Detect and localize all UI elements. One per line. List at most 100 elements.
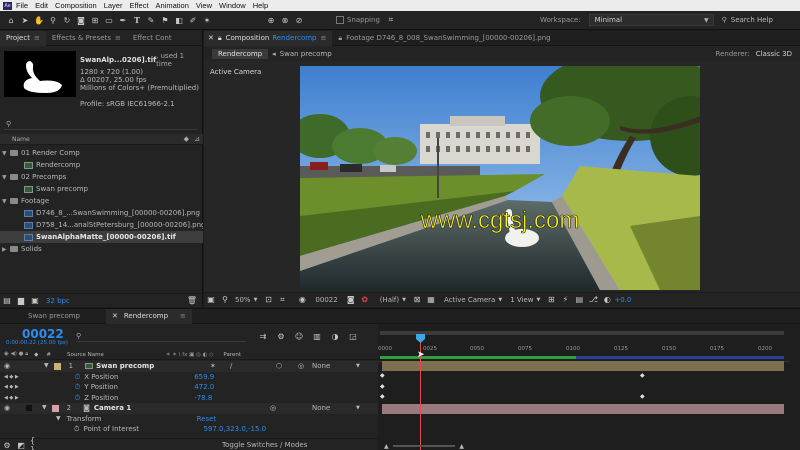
expand-icon[interactable]: ▼ xyxy=(42,403,47,414)
list-item[interactable]: D746_8_...SwanSwimming_[00000-00206].png xyxy=(0,207,203,219)
magnification-icon[interactable]: ⚲ xyxy=(220,295,230,305)
trash-icon[interactable]: 🗑 xyxy=(187,296,197,306)
zoom-in-icon[interactable]: ▲ xyxy=(459,443,464,450)
zoom-value[interactable]: 50% xyxy=(235,296,251,304)
keyframe-icon[interactable]: ◆ xyxy=(380,393,385,400)
parent-value[interactable]: None xyxy=(312,361,330,372)
layer-label-color[interactable] xyxy=(51,404,59,412)
layer-bar-swan[interactable] xyxy=(382,361,784,371)
pen-tool-icon[interactable]: ✒ xyxy=(118,15,128,25)
hand-tool-icon[interactable]: ✋ xyxy=(34,15,44,25)
lock-icon[interactable]: 🔒︎ xyxy=(338,31,342,46)
roto-brush-tool-icon[interactable]: ✐ xyxy=(188,15,198,25)
composition-viewer[interactable]: www.cgtsj.com xyxy=(300,66,700,290)
layer-label-color[interactable] xyxy=(53,362,61,370)
close-icon[interactable]: ✕ xyxy=(208,31,214,46)
menu-view[interactable]: View xyxy=(196,1,212,10)
list-item[interactable]: ▶ Solids xyxy=(0,243,203,255)
view-value[interactable]: Active Camera xyxy=(444,296,495,304)
list-item[interactable]: ▼ 01 Render Comp xyxy=(0,147,203,159)
frame-blending-icon[interactable]: ▥ xyxy=(312,331,322,341)
exposure-value[interactable]: +0.0 xyxy=(614,296,631,304)
stopwatch-icon[interactable]: ⏱ xyxy=(75,382,80,393)
list-item[interactable]: ▼ 02 Precomps xyxy=(0,171,203,183)
tag-icon[interactable]: ⊿ xyxy=(194,135,200,143)
color-channel-icon[interactable]: ✿ xyxy=(360,295,370,305)
layer-switches-icon[interactable]: ⚙ xyxy=(2,440,12,450)
views-value[interactable]: 1 View xyxy=(510,296,533,304)
layer-name[interactable]: Camera 1 xyxy=(94,403,131,414)
snap-options-icon[interactable]: ⌗ xyxy=(386,15,396,25)
parent-pickwhip-icon[interactable]: ◎ xyxy=(270,403,276,414)
camera-tool-icon[interactable]: ◙ xyxy=(76,15,86,25)
3d-layer-icon[interactable]: ⬡ xyxy=(276,361,282,372)
list-item[interactable]: D758_14...analStPetersburg_[00000-00206]… xyxy=(0,219,203,231)
expand-icon[interactable]: ▼ xyxy=(56,414,61,425)
keyframe-icon[interactable]: ◆ xyxy=(380,372,385,379)
ruler[interactable]: 0000 0025 0050 0075 0100 0125 0150 0175 … xyxy=(378,336,790,362)
keyframe-nav-icon[interactable]: ◀ ◆ ▶ xyxy=(4,393,19,404)
property-value[interactable]: -78.8 xyxy=(194,393,212,404)
motion-blur-icon[interactable]: ◑ xyxy=(330,331,340,341)
menu-file[interactable]: File xyxy=(16,1,28,10)
menu-animation[interactable]: Animation xyxy=(156,1,189,10)
eraser-tool-icon[interactable]: ◧ xyxy=(174,15,184,25)
stopwatch-icon[interactable]: ⏱ xyxy=(75,372,80,383)
reset-link[interactable]: Reset xyxy=(197,414,217,425)
stopwatch-icon[interactable]: ⏱ xyxy=(75,393,80,404)
timeline-icon[interactable]: ▤ xyxy=(574,295,584,305)
tab-swan-precomp[interactable]: Swan precomp xyxy=(0,309,86,324)
fit-icon[interactable]: ⊡ xyxy=(263,295,273,305)
home-icon[interactable]: ⌂ xyxy=(6,15,16,25)
local-axis-icon[interactable]: ⊕ xyxy=(266,15,276,25)
parent-pickwhip-icon[interactable]: ◎ xyxy=(298,361,304,372)
puppet-tool-icon[interactable]: ✶ xyxy=(202,15,212,25)
timecode-value[interactable]: 00022 xyxy=(315,296,337,304)
world-axis-icon[interactable]: ⊗ xyxy=(280,15,290,25)
parent-value[interactable]: None xyxy=(312,403,330,414)
property-value[interactable]: 597.0,323.0,-15.0 xyxy=(203,424,266,435)
expand-icon[interactable]: ▶ xyxy=(2,244,9,255)
resolution-value[interactable]: (Half) xyxy=(380,296,399,304)
property-row[interactable]: ◀ ◆ ▶ ⏱ X Position 659.9 xyxy=(0,372,378,383)
keyframe-nav-icon[interactable]: ◀ ◆ ▶ xyxy=(4,372,19,383)
solo-box[interactable] xyxy=(26,405,32,412)
new-folder-icon[interactable]: ▆ xyxy=(16,296,26,306)
eye-icon[interactable]: ◉ xyxy=(4,403,14,414)
tab-effect-controls[interactable]: Effect Cont xyxy=(127,31,178,46)
keyframe-nav-icon[interactable]: ◀ ◆ ▶ xyxy=(4,382,19,393)
quality-switch-icon[interactable]: / xyxy=(230,361,232,372)
time-zoom-slider[interactable]: ▲ ▲ xyxy=(384,443,464,450)
snapshot-icon[interactable]: ◉ xyxy=(297,295,307,305)
expand-icon[interactable]: ▼ xyxy=(2,172,9,183)
property-group-row[interactable]: ▼ Transform Reset xyxy=(0,414,378,425)
expand-icon[interactable]: ▼ xyxy=(44,361,49,372)
subtab-swan-precomp[interactable]: Swan precomp xyxy=(280,50,332,58)
always-preview-icon[interactable]: ▣ xyxy=(206,295,216,305)
region-icon[interactable]: ⊠ xyxy=(412,295,422,305)
rectangle-tool-icon[interactable]: ▭ xyxy=(104,15,114,25)
transparency-grid-icon[interactable]: ▦ xyxy=(426,295,436,305)
property-row[interactable]: ◀ ◆ ▶ ⏱ Y Position 472.0 xyxy=(0,382,378,393)
panel-menu-icon[interactable]: ≡ xyxy=(180,309,186,324)
collapse-switch-icon[interactable]: ✶ xyxy=(210,361,216,372)
keyframe-icon[interactable]: ◆ xyxy=(380,383,385,390)
graph-editor-icon[interactable]: ◲ xyxy=(348,331,358,341)
draft-3d-icon[interactable]: ⚙ xyxy=(276,331,286,341)
list-item[interactable]: Swan precomp xyxy=(0,183,203,195)
modes-icon[interactable]: ◩ xyxy=(16,440,26,450)
column-source-name[interactable]: Source Name xyxy=(67,352,104,358)
rotate-tool-icon[interactable]: ↻ xyxy=(62,15,72,25)
stopwatch-icon[interactable]: ⏱ xyxy=(74,424,79,435)
layer-name[interactable]: Swan precomp xyxy=(96,361,154,372)
list-item[interactable]: Rendercomp xyxy=(0,159,203,171)
tab-project[interactable]: Project ≡ xyxy=(0,30,46,46)
keyframe-icon[interactable]: ◆ xyxy=(640,393,645,400)
current-timecode[interactable]: 00022 xyxy=(22,327,64,341)
renderer-value[interactable]: Classic 3D xyxy=(756,50,792,58)
tab-footage[interactable]: 🔒︎ Footage D746_8_008_SwanSwimming_[0000… xyxy=(332,31,556,46)
expand-icon[interactable]: ▼ xyxy=(2,196,9,207)
new-composition-icon[interactable]: ▣ xyxy=(30,296,40,306)
flowchart-icon[interactable]: ⎇ xyxy=(588,295,598,305)
close-icon[interactable]: ✕ xyxy=(112,309,118,324)
